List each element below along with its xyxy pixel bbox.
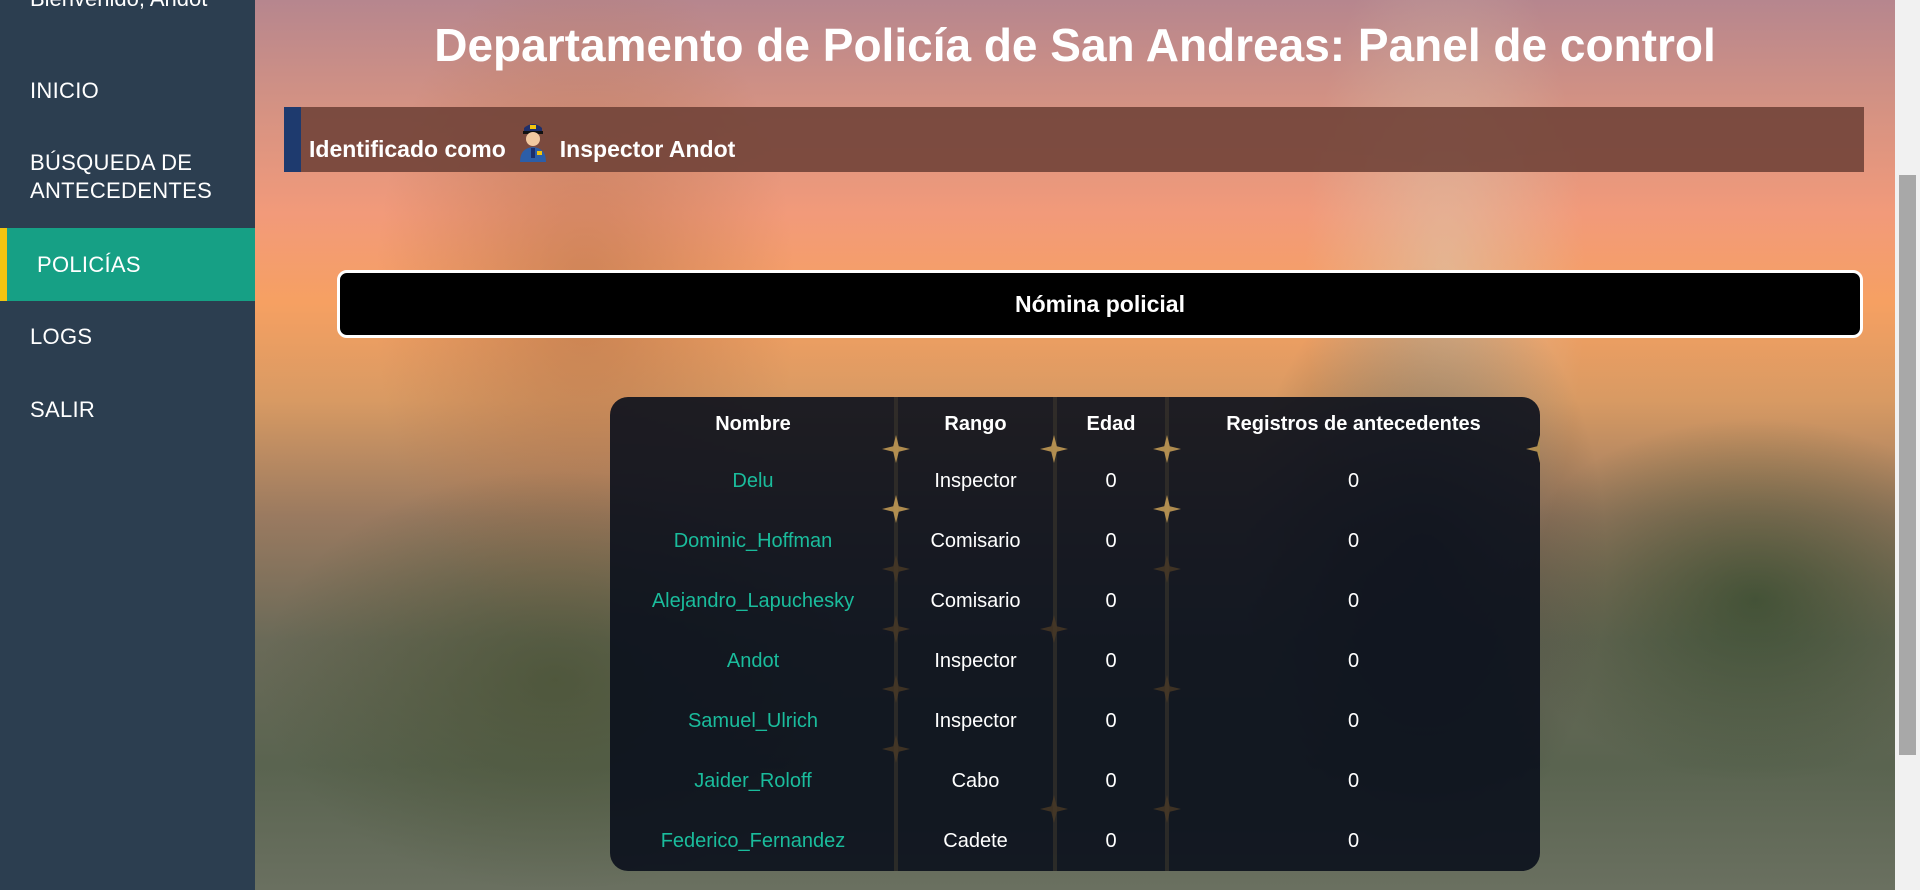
section-header: Nómina policial: [337, 270, 1863, 338]
officer-age: 0: [1105, 709, 1117, 732]
officer-records: 0: [1347, 709, 1360, 732]
officer-rank: Cadete: [943, 829, 1008, 852]
sidebar: Bienvenido, Andot INICIO BÚSQUEDA DE ANT…: [0, 0, 255, 890]
officer-rank: Inspector: [934, 469, 1017, 492]
column-header-registros[interactable]: Registros de antecedentes: [1167, 397, 1540, 451]
sidebar-item-label: INICIO: [30, 78, 100, 103]
table-row: Jaider_Roloff Cabo 0 0: [610, 751, 1540, 811]
sidebar-item-label: LOGS: [30, 324, 93, 349]
table-row: Samuel_Ulrich Inspector 0 0: [610, 691, 1540, 751]
officer-rank: Inspector: [934, 649, 1017, 672]
sidebar-item-label: POLICÍAS: [37, 251, 141, 277]
officer-records: 0: [1347, 469, 1360, 492]
officer-records: 0: [1347, 529, 1360, 552]
sidebar-item-logs[interactable]: LOGS: [0, 323, 255, 351]
sidebar-item-label: BÚSQUEDA DE: [30, 150, 193, 175]
officer-records: 0: [1347, 769, 1360, 792]
identity-bar: Identificado como Inspector Andot: [284, 107, 1864, 172]
officer-records: 0: [1347, 649, 1360, 672]
officer-age: 0: [1105, 829, 1117, 852]
officer-rank: Comisario: [930, 589, 1021, 612]
sidebar-item-label: SALIR: [30, 397, 96, 422]
table-row: Dominic_Hoffman Comisario 0 0: [610, 511, 1540, 571]
column-header-edad[interactable]: Edad: [1055, 397, 1167, 451]
sidebar-item-policias[interactable]: POLICÍAS: [0, 228, 255, 301]
officer-records: 0: [1347, 829, 1360, 852]
officer-name-link[interactable]: Federico_Fernandez: [610, 811, 896, 871]
sidebar-item-label: ANTECEDENTES: [30, 178, 213, 203]
table-row: Delu Inspector 0 0: [610, 451, 1540, 511]
officer-rank: Comisario: [930, 529, 1021, 552]
sidebar-item-salir[interactable]: SALIR: [0, 396, 255, 424]
officer-age: 0: [1105, 589, 1117, 612]
officer-name-link[interactable]: Jaider_Roloff: [610, 751, 896, 811]
sidebar-item-busqueda-antecedentes[interactable]: BÚSQUEDA DE ANTECEDENTES: [0, 149, 255, 205]
identity-user: Inspector Andot: [559, 136, 736, 162]
officer-name-link[interactable]: Alejandro_Lapuchesky: [610, 571, 896, 631]
welcome-text: Bienvenido, Andot: [30, 0, 207, 12]
table-row: Alejandro_Lapuchesky Comisario 0 0: [610, 571, 1540, 631]
officer-name-link[interactable]: Dominic_Hoffman: [610, 511, 896, 571]
officer-rank: Cabo: [951, 769, 1000, 792]
scrollbar-thumb[interactable]: [1899, 175, 1916, 755]
roster-table-grid: Nombre Rango Edad Registros de anteceden…: [610, 397, 1540, 871]
officer-rank: Inspector: [934, 709, 1017, 732]
column-header-nombre[interactable]: Nombre: [610, 397, 896, 451]
officer-name-link[interactable]: Samuel_Ulrich: [610, 691, 896, 751]
officer-records: 0: [1347, 589, 1360, 612]
roster-table: Nombre Rango Edad Registros de anteceden…: [610, 397, 1540, 871]
officer-age: 0: [1105, 469, 1117, 492]
table-row: Federico_Fernandez Cadete 0 0: [610, 811, 1540, 871]
column-header-rango[interactable]: Rango: [896, 397, 1055, 451]
officer-name-link[interactable]: Andot: [610, 631, 896, 691]
officer-age: 0: [1105, 769, 1117, 792]
identity-prefix: Identificado como: [309, 136, 506, 162]
table-header-row: Nombre Rango Edad Registros de anteceden…: [610, 397, 1540, 451]
police-officer-icon: [518, 118, 548, 162]
officer-name-link[interactable]: Delu: [610, 451, 896, 511]
officer-age: 0: [1105, 529, 1117, 552]
main-content: Departamento de Policía de San Andreas: …: [255, 0, 1895, 890]
officer-age: 0: [1105, 649, 1117, 672]
table-row: Andot Inspector 0 0: [610, 631, 1540, 691]
sidebar-item-inicio[interactable]: INICIO: [0, 77, 255, 105]
page-title: Departamento de Policía de San Andreas: …: [434, 19, 1716, 71]
